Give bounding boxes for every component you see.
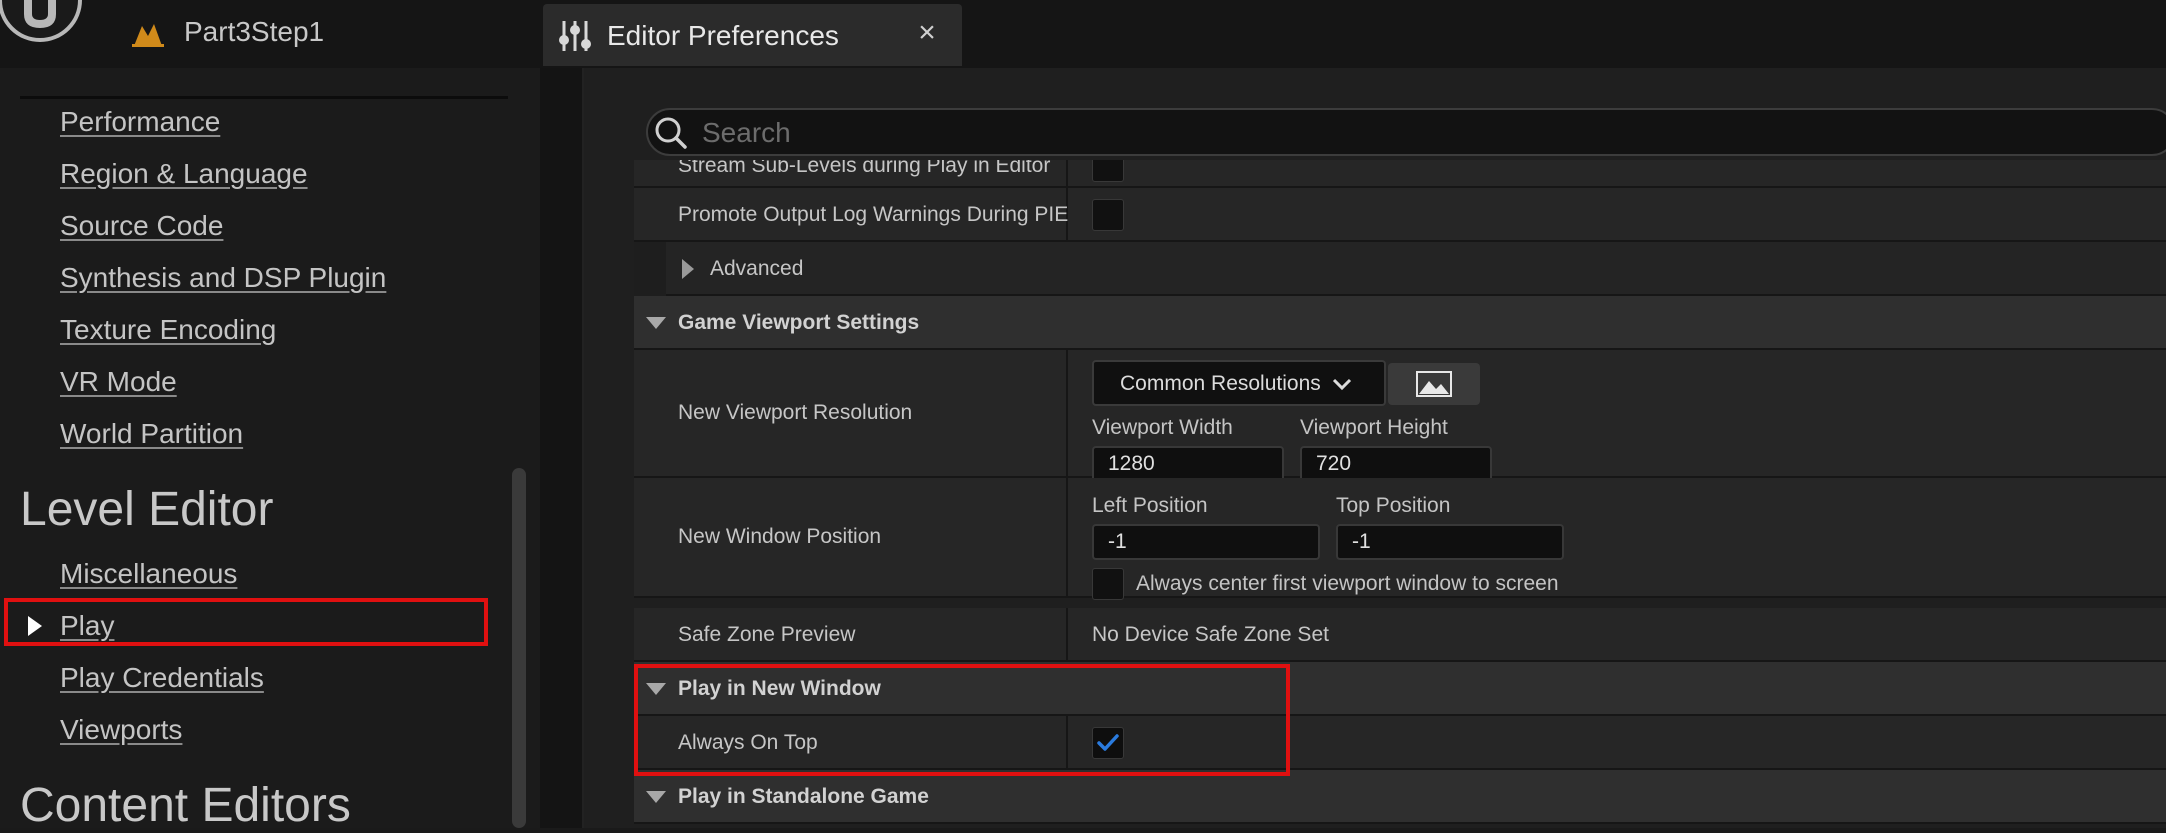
search-input[interactable] <box>700 112 2104 154</box>
sidebar-item-region-language[interactable]: Region & Language <box>60 158 308 190</box>
sidebar-item-world-partition[interactable]: World Partition <box>60 418 243 450</box>
always-center-checkbox[interactable] <box>1092 568 1124 600</box>
category-title: Game Viewport Settings <box>678 311 920 334</box>
row-label: Promote Output Log Warnings During PIE <box>678 203 1069 226</box>
image-preview-button[interactable] <box>1388 363 1480 405</box>
row-advanced[interactable]: Advanced <box>634 242 2166 296</box>
viewport-width-label: Viewport Width <box>1092 416 1233 439</box>
category-title: Play in Standalone Game <box>678 785 929 808</box>
viewport-width-field[interactable] <box>1092 446 1284 482</box>
settings-sliders-icon <box>559 21 591 51</box>
sidebar-item-texture-encoding[interactable]: Texture Encoding <box>60 314 276 346</box>
tab-title: Editor Preferences <box>607 20 839 51</box>
image-icon <box>1416 371 1452 397</box>
row-label: New Window Position <box>678 525 882 548</box>
viewport-height-field[interactable] <box>1300 446 1492 482</box>
always-center-label: Always center first viewport window to s… <box>1136 572 1559 595</box>
chevron-down-icon <box>1332 378 1352 391</box>
unreal-logo-icon[interactable] <box>0 0 86 44</box>
project-name[interactable]: Part3Step1 <box>184 16 324 48</box>
stream-sublevels-checkbox[interactable] <box>1092 160 1124 182</box>
common-resolutions-dropdown[interactable]: Common Resolutions <box>1092 360 1386 406</box>
search-icon <box>655 117 687 149</box>
indent-strip <box>634 242 666 296</box>
project-icon <box>132 24 164 47</box>
row-label: Safe Zone Preview <box>678 623 856 646</box>
sidebar-item-vr-mode[interactable]: VR Mode <box>60 366 177 398</box>
sidebar-item-source-code[interactable]: Source Code <box>60 210 223 242</box>
sidebar-item-play-credentials[interactable]: Play Credentials <box>60 662 264 694</box>
left-position-label: Left Position <box>1092 494 1208 517</box>
dropdown-label: Common Resolutions <box>1120 372 1321 395</box>
sidebar-scrollbar[interactable] <box>512 468 526 828</box>
viewport-height-label: Viewport Height <box>1300 416 1448 439</box>
expand-arrow-icon[interactable] <box>682 259 694 279</box>
section-level-editor: Level Editor <box>20 483 274 536</box>
category-play-standalone[interactable]: Play in Standalone Game <box>634 770 2166 824</box>
row-promote-warnings: Promote Output Log Warnings During PIE <box>634 188 2166 242</box>
safe-zone-value: No Device Safe Zone Set <box>1092 623 1329 646</box>
panel-divider <box>20 96 508 99</box>
title-bar: Part3Step1 Editor Preferences × <box>0 0 2166 68</box>
row-label: New Viewport Resolution <box>678 401 913 424</box>
sidebar-item-miscellaneous[interactable]: Miscellaneous <box>60 558 237 590</box>
promote-warnings-checkbox[interactable] <box>1092 199 1124 231</box>
play-in-new-window-highlight-box <box>634 664 1290 776</box>
left-position-field[interactable] <box>1092 524 1320 560</box>
category-game-viewport[interactable]: Game Viewport Settings <box>634 296 2166 350</box>
top-position-label: Top Position <box>1336 494 1451 517</box>
row-label: Stream Sub-Levels during Play in Editor <box>678 160 1051 177</box>
top-position-field[interactable] <box>1336 524 1564 560</box>
collapse-arrow-icon[interactable] <box>646 791 666 803</box>
row-stream-sublevels: Stream Sub-Levels during Play in Editor <box>634 160 2166 188</box>
collapse-arrow-icon[interactable] <box>646 317 666 329</box>
sidebar-item-synthesis-dsp[interactable]: Synthesis and DSP Plugin <box>60 262 386 294</box>
expand-arrow-icon[interactable] <box>28 616 42 636</box>
row-safe-zone-preview: Safe Zone Preview No Device Safe Zone Se… <box>634 608 2166 662</box>
close-icon[interactable]: × <box>912 18 942 48</box>
sidebar-item-performance[interactable]: Performance <box>60 106 220 138</box>
advanced-label: Advanced <box>710 257 804 280</box>
splitter[interactable] <box>540 68 584 828</box>
sidebar-item-viewports[interactable]: Viewports <box>60 714 182 746</box>
section-content-editors: Content Editors <box>20 779 351 832</box>
sidebar-item-play[interactable]: Play <box>60 610 114 642</box>
tab-editor-preferences[interactable]: Editor Preferences × <box>543 4 962 66</box>
